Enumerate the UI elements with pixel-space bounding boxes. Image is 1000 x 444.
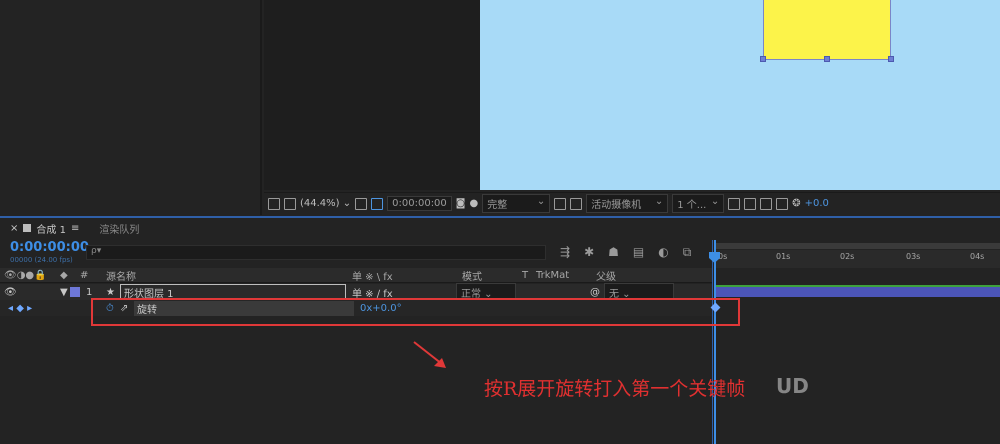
fast-previews-icon[interactable] <box>744 197 757 210</box>
monitor-icon[interactable] <box>284 197 296 210</box>
expand-triangle-icon[interactable]: ▼ <box>60 287 70 298</box>
time-ruler[interactable] <box>714 250 1000 268</box>
resolution-dropdown[interactable]: 完整 ⌄ <box>482 194 551 213</box>
timeline-fps: 00000 (24.00 fps) <box>10 256 73 264</box>
composition-icon <box>23 224 32 232</box>
tab-composition-1[interactable]: × 合成 1 ≡ <box>0 221 89 236</box>
draft-3d-icon[interactable]: ✱ <box>584 245 594 260</box>
layer-duration-bar[interactable] <box>714 285 1000 297</box>
tab-render-queue[interactable]: 渲染队列 <box>89 221 149 236</box>
column-number: # <box>80 269 89 281</box>
always-preview-icon[interactable] <box>268 197 280 210</box>
annotation-arrow-icon <box>413 341 446 368</box>
camera-dropdown[interactable]: 活动摄像机 ⌄ <box>586 194 669 213</box>
column-parent: 父级 <box>596 271 616 283</box>
work-area-bar[interactable] <box>714 243 1000 249</box>
layer-search-input[interactable]: ρ▾ <box>86 245 546 260</box>
color-channel-icon[interactable]: ● <box>470 198 479 209</box>
column-t: T <box>522 269 529 281</box>
mask-visibility-icon[interactable] <box>371 197 384 210</box>
timeline-tab-bar: × 合成 1 ≡ 渲染队列 <box>0 218 1000 238</box>
comp-mini-flowchart-icon[interactable]: ⇶ <box>560 245 570 260</box>
viewer-toolbar: (44.4%) ⌄ 0:00:00:00 ◙ ● 完整 ⌄ 活动摄像机 ⌄ 1 … <box>264 192 1000 214</box>
pickwhip-icon[interactable]: @ <box>590 287 604 298</box>
shape-handle[interactable] <box>760 56 766 62</box>
shape-handle[interactable] <box>824 56 830 62</box>
label-icon: ◆ <box>60 269 68 281</box>
watermark-logo: UD <box>776 374 809 398</box>
yellow-rectangle-shape[interactable] <box>763 0 891 60</box>
timeline-timecode[interactable]: 0:00:00:00 <box>10 240 89 255</box>
hide-shy-layers-icon[interactable]: ☗ <box>608 245 619 260</box>
layer-index: 1 <box>86 286 93 298</box>
motion-blur-icon[interactable]: ◐ <box>658 245 668 260</box>
project-panel <box>0 0 262 215</box>
composition-canvas[interactable] <box>480 0 1000 190</box>
region-of-interest-icon[interactable] <box>554 197 567 210</box>
exposure-value[interactable]: +0.0 <box>805 198 829 209</box>
annotation-caption: 按R展开旋转打入第一个关键帧 <box>484 378 746 400</box>
tab-label: 合成 1 <box>36 224 66 236</box>
tab-label: 渲染队列 <box>99 224 140 236</box>
playhead-line[interactable] <box>714 240 716 444</box>
time-graph-area[interactable] <box>712 240 1000 444</box>
transparency-grid-icon[interactable] <box>570 197 583 210</box>
graph-editor-icon[interactable]: ⧉ <box>683 245 692 260</box>
frame-blending-icon[interactable]: ▤ <box>633 245 644 260</box>
timeline-icon[interactable] <box>760 197 773 210</box>
ruler-label: 04s <box>970 252 985 261</box>
panel-menu-icon[interactable]: ≡ <box>71 223 79 234</box>
annotation-highlight-box <box>91 298 740 326</box>
camera-icon[interactable]: ◙ <box>456 198 466 209</box>
shape-layer-star-icon: ★ <box>106 286 115 298</box>
ruler-label: 02s <box>840 252 855 261</box>
timeline-switches: ⇶ ✱ ☗ ▤ ◐ ⧉ <box>560 245 691 260</box>
column-source-name[interactable]: 源名称 <box>106 268 352 283</box>
ruler-label: 01s <box>776 252 791 261</box>
current-time-field[interactable]: 0:00:00:00 <box>387 196 452 211</box>
column-switches: 单 ※ \ fx <box>352 271 393 283</box>
column-trkmat: TrkMat <box>536 269 570 281</box>
visibility-eye-icon[interactable]: 👁 <box>0 287 60 298</box>
av-features-icons: 👁◑●🔒 <box>4 269 47 281</box>
zoom-dropdown[interactable]: (44.4%) ⌄ <box>300 198 351 209</box>
close-icon[interactable]: × <box>10 223 18 234</box>
exposure-reset-icon[interactable]: ❂ <box>792 198 800 209</box>
flowchart-icon[interactable] <box>776 197 789 210</box>
toggle-pixel-aspect-icon[interactable] <box>728 197 741 210</box>
label-color-swatch[interactable] <box>70 287 80 297</box>
views-dropdown[interactable]: 1 个... ⌄ <box>672 194 725 213</box>
column-mode: 模式 <box>462 271 482 283</box>
safe-zones-icon[interactable] <box>355 197 368 210</box>
layer-column-header: 👁◑●🔒 ◆ # 源名称 单 ※ \ fx 模式 T TrkMat 父级 <box>0 268 712 283</box>
ruler-label: 03s <box>906 252 921 261</box>
shape-handle[interactable] <box>888 56 894 62</box>
